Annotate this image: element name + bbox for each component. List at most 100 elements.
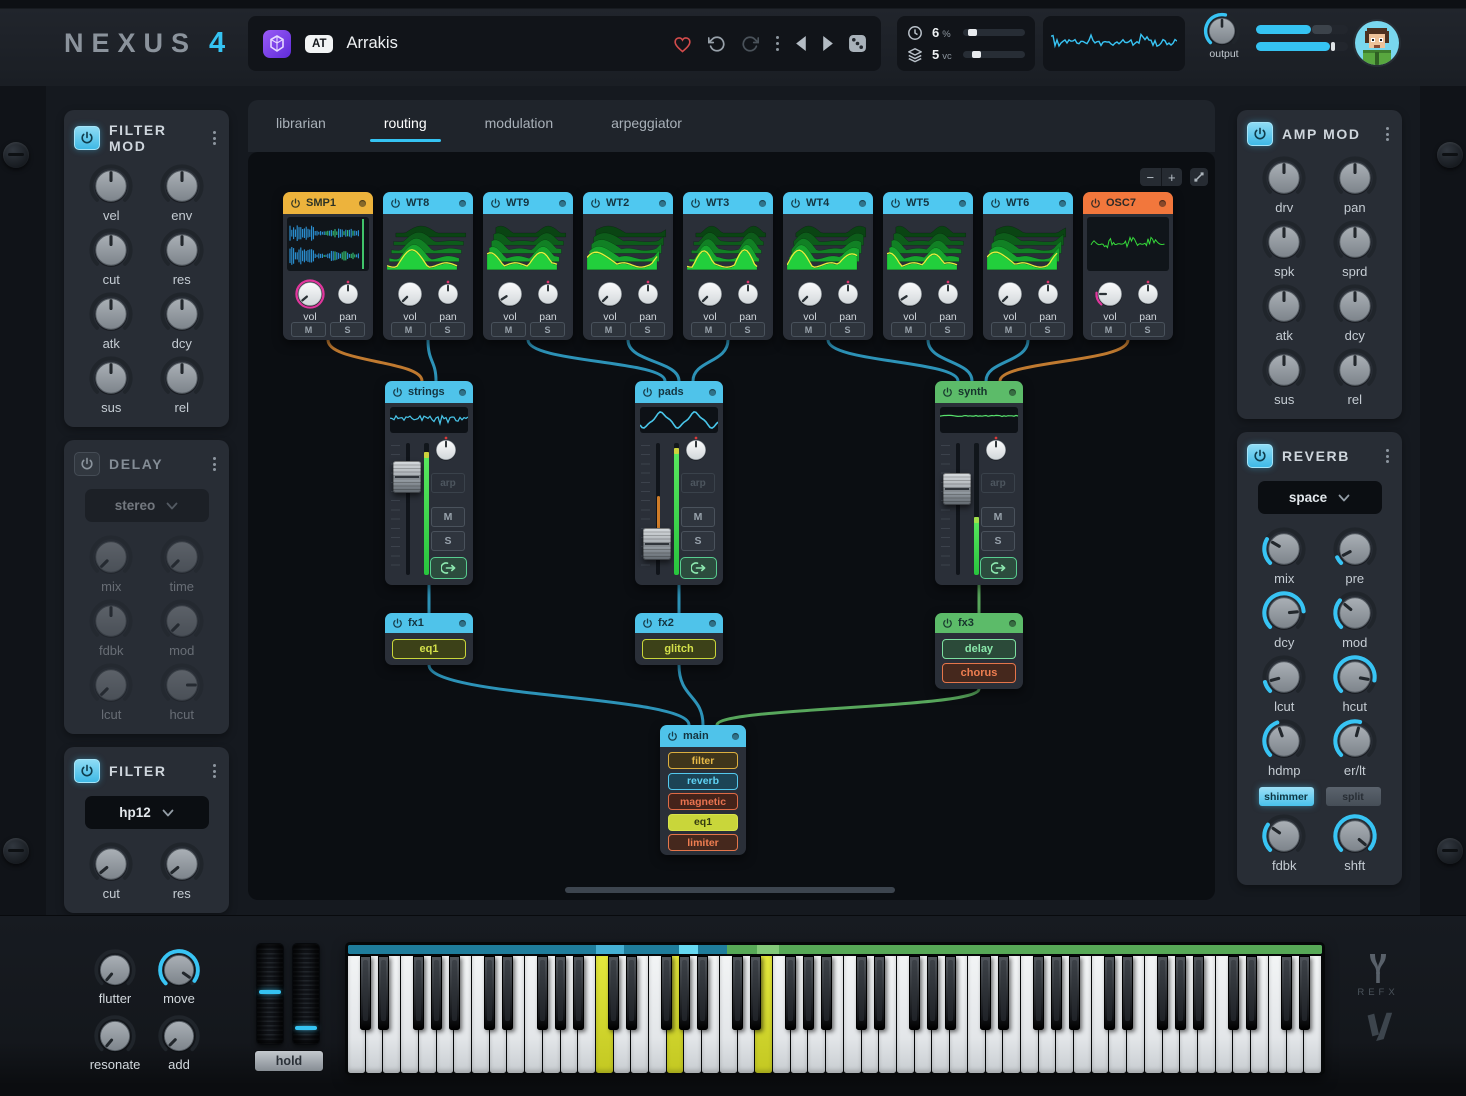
voices-limit-slider[interactable] [963,51,1025,58]
module-fx1-power-icon[interactable] [392,618,403,629]
module-WT6-mute-button[interactable]: M [991,322,1026,337]
reverb-mix-knob[interactable] [1260,525,1308,573]
module-WT3-mute-button[interactable]: M [691,322,726,337]
perform-add-knob[interactable] [156,1013,202,1059]
filter-mode-dropdown[interactable]: hp12 [85,796,209,829]
module-WT4-power-icon[interactable] [790,198,801,209]
module-WT9-solo-button[interactable]: S [530,322,565,337]
reverb-menu-button[interactable] [1383,446,1392,466]
filter-mod-res-knob[interactable] [158,226,206,274]
module-strings-mute-button[interactable]: M [431,507,465,527]
reverb-fdbk-knob[interactable] [1260,812,1308,860]
amp-mod-atk-knob[interactable] [1260,282,1308,330]
reverb-dcy-knob[interactable] [1260,589,1308,637]
module-WT9-power-icon[interactable] [490,198,501,209]
module-pads-output-routing-button[interactable] [680,557,717,579]
master-slider-2-handle[interactable] [1331,42,1335,51]
module-WT5-pan-knob[interactable] [933,279,963,309]
amp-mod-rel-knob[interactable] [1331,346,1379,394]
black-key[interactable] [945,956,956,1030]
filter-mod-power-button[interactable] [74,126,100,150]
module-strings-fader-handle[interactable] [393,461,421,493]
perform-move-knob[interactable] [156,947,202,993]
module-OSC7-pan-knob[interactable] [1133,279,1163,309]
black-key[interactable] [431,956,442,1030]
filter-mod-env-knob[interactable] [158,162,206,210]
reverb-er-lt-knob[interactable] [1331,717,1379,765]
module-WT5-solo-button[interactable]: S [930,322,965,337]
module-WT9-pan-knob[interactable] [533,279,563,309]
module-fx2-effect-glitch[interactable]: glitch [642,639,716,659]
favorite-heart-icon[interactable] [672,34,693,53]
module-strings-pan-knob[interactable] [431,435,461,465]
module-WT8-power-icon[interactable] [390,198,401,209]
reverb-toggle-shimmer[interactable]: shimmer [1259,787,1314,806]
module-fx3-effect-chorus[interactable]: chorus [942,663,1016,683]
filter-cut-knob[interactable] [87,840,135,888]
module-main-power-icon[interactable] [667,731,678,742]
module-WT9-vol-knob[interactable] [492,276,528,312]
module-main-effect-magnetic[interactable]: magnetic [668,793,738,810]
module-synth-fader-handle[interactable] [943,473,971,505]
black-key[interactable] [537,956,548,1030]
black-key[interactable] [1104,956,1115,1030]
next-preset-icon[interactable] [822,36,833,51]
module-OSC7-mute-button[interactable]: M [1091,322,1126,337]
module-WT9-mute-button[interactable]: M [491,322,526,337]
delay-hcut-knob[interactable] [158,661,206,709]
black-key[interactable] [608,956,619,1030]
black-key[interactable] [1051,956,1062,1030]
black-key[interactable] [679,956,690,1030]
module-WT5-mute-button[interactable]: M [891,322,926,337]
cpu-slider-handle[interactable] [968,29,977,36]
black-key[interactable] [484,956,495,1030]
amp-mod-spk-knob[interactable] [1260,218,1308,266]
delay-mode-dropdown[interactable]: stereo [85,489,209,522]
amp-mod-sprd-knob[interactable] [1331,218,1379,266]
black-key[interactable] [1228,956,1239,1030]
reverb-mode-dropdown[interactable]: space [1258,481,1382,514]
filter-mod-cut-knob[interactable] [87,226,135,274]
black-key[interactable] [821,956,832,1030]
module-WT2-vol-knob[interactable] [592,276,628,312]
reverb-mod-knob[interactable] [1331,589,1379,637]
reverb-lcut-knob[interactable] [1260,653,1308,701]
module-fx3-power-icon[interactable] [942,618,953,629]
pitch-wheel[interactable] [256,943,284,1045]
amp-mod-pan-knob[interactable] [1331,154,1379,202]
filter-mod-vel-knob[interactable] [87,162,135,210]
master-slider-1[interactable] [1256,25,1348,34]
module-WT2-solo-button[interactable]: S [630,322,665,337]
module-pads-solo-button[interactable]: S [681,531,715,551]
black-key[interactable] [1157,956,1168,1030]
black-key[interactable] [449,956,460,1030]
delay-menu-button[interactable] [210,454,219,474]
tab-arpeggiator[interactable]: arpeggiator [597,107,696,144]
module-WT6-power-icon[interactable] [990,198,1001,209]
hold-button[interactable]: hold [254,1050,324,1072]
delay-mix-knob[interactable] [87,533,135,581]
black-key[interactable] [750,956,761,1030]
module-WT8-mute-button[interactable]: M [391,322,426,337]
redo-icon[interactable] [741,35,759,53]
tab-routing[interactable]: routing [370,107,441,144]
module-strings-output-routing-button[interactable] [430,557,467,579]
module-fx2-power-icon[interactable] [642,618,653,629]
master-slider-2[interactable] [1256,42,1348,51]
module-SMP1-pan-knob[interactable] [333,279,363,309]
expand-canvas-button[interactable] [1190,168,1208,186]
preset-menu-icon[interactable] [774,34,781,53]
module-pads-fader-handle[interactable] [643,528,671,560]
reverb-shft-knob[interactable] [1331,812,1379,860]
amp-mod-menu-button[interactable] [1383,124,1392,144]
black-key[interactable] [413,956,424,1030]
black-key[interactable] [661,956,672,1030]
module-WT4-mute-button[interactable]: M [791,322,826,337]
delay-fdbk-knob[interactable] [87,597,135,645]
module-pads-arp-button[interactable]: arp [681,473,715,493]
module-WT6-solo-button[interactable]: S [1030,322,1065,337]
module-main-effect-eq1[interactable]: eq1 [668,814,738,831]
master-slider-1-handle[interactable] [1312,25,1332,34]
module-strings-solo-button[interactable]: S [431,531,465,551]
black-key[interactable] [378,956,389,1030]
